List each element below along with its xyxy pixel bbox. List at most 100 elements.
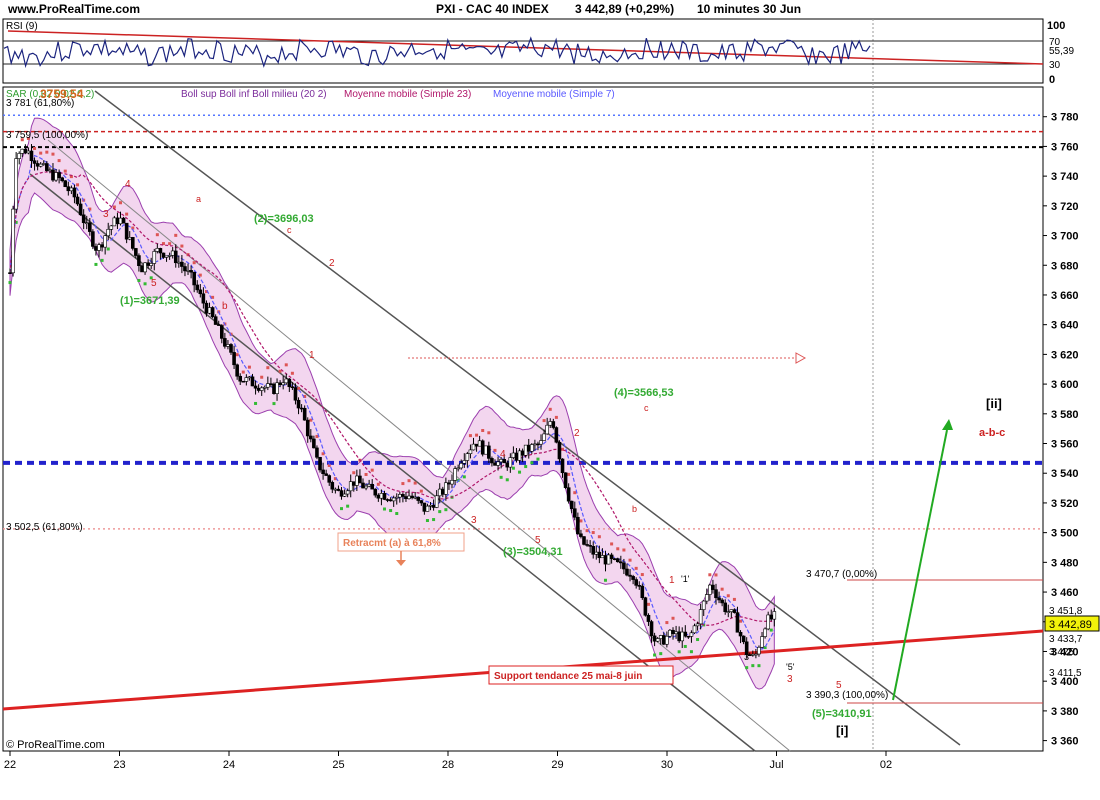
sar-dot [597,535,601,539]
candle-body [244,377,249,382]
candle-body [474,443,479,447]
sar-dot [511,466,515,470]
abc-label: a-b-c [979,427,1005,439]
legend-sma-7: Moyenne mobile (Simple 7) [493,89,615,100]
sar-dot [168,242,172,246]
candle-body [554,427,559,443]
sar-dot [530,461,534,465]
x-tick-label: 30 [661,759,673,771]
candle-body [219,325,224,339]
rsi-panel-frame [2,18,1044,84]
candle-body [213,316,218,325]
x-tick-label: 02 [880,759,892,771]
sar-dot [247,365,251,369]
candle-body [447,482,451,485]
candle-body [404,496,408,500]
y-tick-label: 3 760 [1051,141,1079,153]
candle-body [612,558,617,560]
candle-body [100,244,104,248]
candle-body [523,444,528,456]
candle-body [754,653,758,656]
candle-body [615,558,620,563]
candle-body [256,387,261,391]
candle-body [235,364,239,377]
candle-body [106,229,111,237]
sar-dot [745,666,749,670]
candle-body [422,502,427,512]
candle-body [170,250,175,256]
sar-dot [591,531,595,535]
sar-dot [732,597,736,601]
sar-dot [653,653,657,657]
sar-dot [616,547,620,551]
candle-body [394,496,399,499]
candle-body [698,609,703,625]
wave-i-label: [i] [836,723,848,738]
candle-body [20,148,25,154]
candle-body [751,653,755,656]
candle-body [361,482,365,489]
candle-body [305,419,310,437]
chart-canvas[interactable]: RSI (9) 100 70 55,39 30 0 SAR (0,02 0,02… [0,0,1100,800]
candle-body [8,272,12,274]
sar-dot [125,212,129,216]
candle-body [48,169,52,172]
candle-body [511,452,516,458]
candle-body [517,450,522,461]
candle-body [309,435,313,440]
sar-dot [536,457,540,461]
count-1c: 1 [669,575,675,586]
candle-body [57,172,61,179]
candle-body [134,248,138,256]
candle-body [124,222,129,240]
candle-body [655,638,660,642]
sar-dot [677,650,681,654]
count-1-quoted: '1' [681,574,690,584]
y-tick-label: 3 660 [1051,290,1079,302]
candle-body [665,635,669,645]
candle-body [60,177,64,181]
y-tick-label: 3 680 [1051,260,1079,272]
candle-body [444,482,448,495]
sar-dot [671,616,675,620]
count-a1: a [196,194,201,204]
sar-dot [425,519,429,523]
candle-body [658,635,663,639]
sar-dot [751,664,755,668]
sar-dot [622,548,626,552]
candle-body [588,545,592,547]
candle-body [121,217,126,224]
sar-dot [462,475,466,479]
sar-dot [63,169,67,173]
sar-dot [155,233,159,237]
candle-body [14,158,18,210]
candle-body [533,443,537,446]
y-tick-label: 3 360 [1051,736,1079,748]
footer-watermark: © ProRealTime.com [6,739,105,751]
candle-body [259,387,264,391]
candle-body [167,255,172,257]
sar-dot [726,594,730,598]
candle-body [692,625,697,634]
fib-label-3502: 3 502,5 (61,80%) [6,522,83,533]
candle-body [652,635,657,642]
candle-body [585,544,589,546]
candle-body [158,248,163,254]
y-tick-label: 3 640 [1051,320,1079,332]
price-tag-1: 3 451,8 [1049,606,1083,617]
sar-dot [585,529,589,533]
candle-body [572,508,577,518]
sar-dot [297,386,301,390]
candle-body [327,475,332,483]
sar-dot [646,602,650,606]
sar-dot [696,638,700,642]
candle-body [180,261,184,267]
x-tick-label: 23 [113,759,125,771]
candle-body [269,383,273,385]
candle-body [425,505,430,512]
candle-body [198,289,203,295]
candle-body [183,266,187,272]
sar-dot [241,370,245,374]
candle-body [130,237,135,249]
count-3d: 3 [787,674,793,685]
